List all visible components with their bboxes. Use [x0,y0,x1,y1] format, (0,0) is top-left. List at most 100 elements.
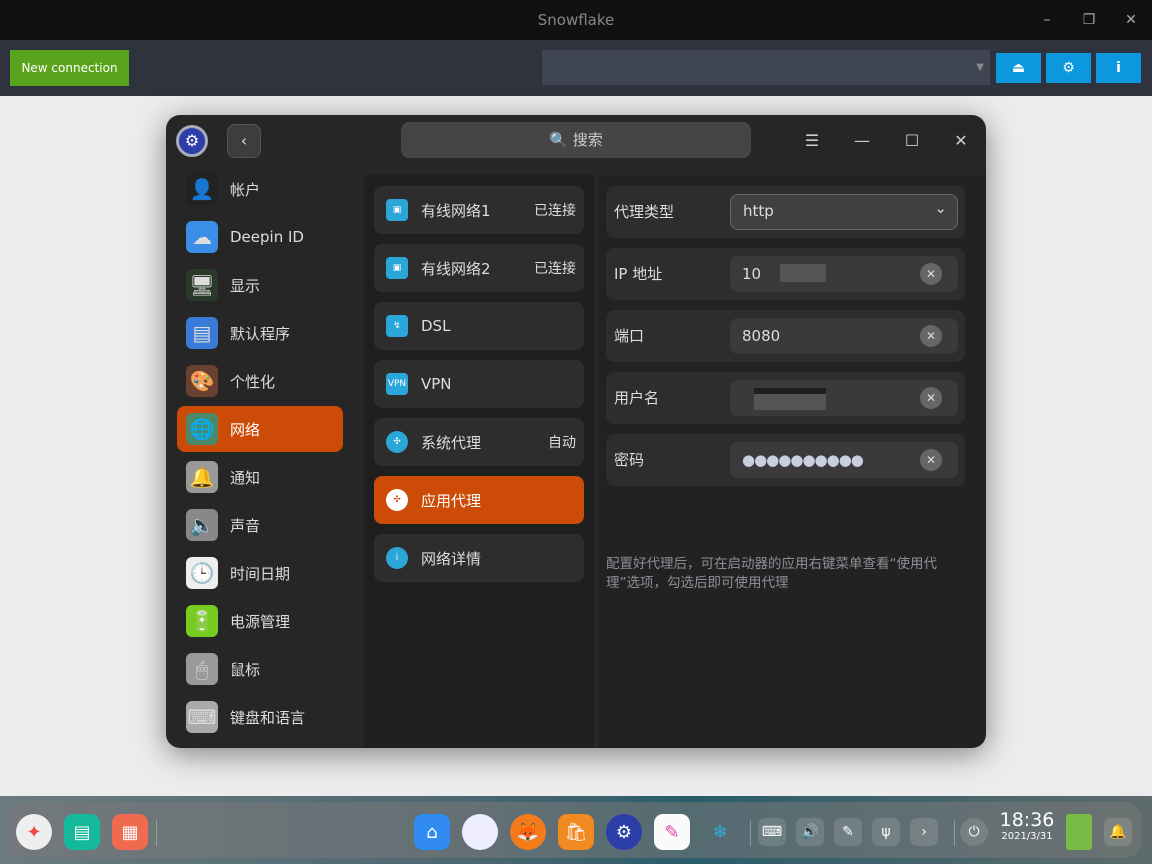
connection-select[interactable]: ▼ [542,50,990,85]
sidebar-item[interactable]: 🔔 通知 [177,454,343,500]
dialog-close-button[interactable]: ✕ [946,127,976,155]
sidebar-item-label: 键盘和语言 [230,708,306,727]
snowflake-icon[interactable]: ❄ [702,814,738,850]
sidebar-item-label: 电源管理 [230,612,291,631]
ip-input[interactable]: 10 ✕ [730,256,958,292]
sidebar-item[interactable]: 🎨 个性化 [177,358,343,404]
app-store-icon[interactable]: ⌂ [414,814,450,850]
gear-icon: ⚙ [1062,60,1075,76]
info-icon: i [1116,60,1121,76]
workspace-icon[interactable]: ▦ [112,814,148,850]
browser-icon[interactable] [462,814,498,850]
username-row: 用户名 ✕ [606,372,965,424]
control-center-logo-icon: ⚙ [176,125,208,157]
minimize-button[interactable]: – [1030,0,1064,40]
network-item-icon: ✣ [386,489,408,511]
sidebar-item[interactable]: 🖱 鼠标 [177,646,343,692]
new-connection-button[interactable]: New connection [10,50,129,86]
sidebar-item[interactable]: 🔈 声音 [177,502,343,548]
sidebar-item-label: 通知 [230,468,261,487]
ip-row: IP 地址 10 ✕ [606,248,965,300]
network-item-icon: i [386,547,408,569]
network-item-label: 应用代理 [421,491,482,510]
app-titlebar: Snowflake [0,0,1152,40]
network-item[interactable]: ↯ DSL [374,302,584,350]
draw-icon[interactable]: ✎ [654,814,690,850]
dock: ✦ ▤ ▦ ⌂ 🦊 🛍 ⚙ ✎ ❄ ⌨ 🔊 ✎ ψ › ⏻ 18:36 2021/3/31… [6,802,1141,858]
network-item-icon: VPN [386,373,408,395]
taskbar: ✦ ▤ ▦ ⌂ 🦊 🛍 ⚙ ✎ ❄ ⌨ 🔊 ✎ ψ › ⏻ 18:36 2021/3/31… [0,796,1152,864]
trash-icon[interactable] [1066,814,1092,850]
port-value: 8080 [742,327,781,345]
network-item-icon: ↯ [386,315,408,337]
clear-icon[interactable]: ✕ [920,263,942,285]
menu-button[interactable]: ☰ [797,127,827,155]
sidebar-item[interactable]: ⌨ 键盘和语言 [177,694,343,740]
network-item-label: 系统代理 [421,433,482,452]
sidebar-item[interactable]: 🌐 网络 [177,406,343,452]
network-item[interactable]: ✣ 系统代理 自动 [374,418,584,466]
sidebar-icon: 🕒 [186,557,218,589]
settings-button[interactable]: ⚙ [1046,53,1091,83]
proxy-type-label: 代理类型 [614,203,675,221]
sidebar-item-label: 显示 [230,276,261,295]
password-value: ●●●●●●●●●● [742,451,864,469]
tray-icon[interactable]: 🔊 [796,818,824,846]
proxy-type-select[interactable]: http ⌄ [730,194,958,230]
sidebar-icon: 🖱 [186,653,218,685]
clock[interactable]: 18:36 2021/3/31 [996,809,1058,842]
network-item-icon: ▣ [386,199,408,221]
app-proxy-panel: 代理类型 http ⌄ IP 地址 10 ✕ 端口 8080 ✕ 用户名 ✕ 密码 ●… [598,175,986,748]
dialog-minimize-button[interactable]: — [847,127,877,155]
password-row: 密码 ●●●●●●●●●● ✕ [606,434,965,486]
network-item-label: VPN [421,375,452,393]
multitasking-icon[interactable]: ▤ [64,814,100,850]
clear-icon[interactable]: ✕ [920,387,942,409]
maximize-button[interactable]: ❐ [1072,0,1106,40]
shop-icon[interactable]: 🛍 [558,814,594,850]
tray-icon[interactable]: ψ [872,818,900,846]
tray-icon[interactable]: › [910,818,938,846]
network-item-status: 已连接 [534,203,576,219]
sidebar-item-label: Deepin ID [230,228,304,246]
sidebar-item[interactable]: 🔋 电源管理 [177,598,343,644]
password-input[interactable]: ●●●●●●●●●● ✕ [730,442,958,478]
username-input[interactable]: ✕ [730,380,958,416]
info-button[interactable]: i [1096,53,1141,83]
network-item-label: 网络详情 [421,549,482,568]
search-input[interactable]: 🔍 搜索 [401,122,751,158]
eject-button[interactable]: ⏏ [996,53,1041,83]
network-item[interactable]: ▣ 有线网络1 已连接 [374,186,584,234]
sidebar-icon: ⌨ [186,701,218,733]
sidebar-item-label: 默认程序 [230,324,291,343]
sidebar-item[interactable]: 👤 帐户 [177,166,343,212]
network-item-status: 自动 [548,435,576,451]
dialog-maximize-button[interactable]: ☐ [897,127,927,155]
time: 18:36 [999,809,1055,831]
sidebar-item[interactable]: ☁ Deepin ID [177,214,343,260]
launcher-icon[interactable]: ✦ [16,814,52,850]
proxy-hint: 配置好代理后，可在启动器的应用右键菜单查看“使用代理”选项，勾选后即可使用代理 [606,556,937,591]
notification-bell-icon[interactable]: 🔔 [1104,818,1132,846]
network-item[interactable]: i 网络详情 [374,534,584,582]
network-item[interactable]: ▣ 有线网络2 已连接 [374,244,584,292]
sidebar-item-label: 个性化 [230,372,276,391]
sidebar-icon: 🔔 [186,461,218,493]
sidebar-item[interactable]: ▤ 默认程序 [177,310,343,356]
tray-icon[interactable]: ✎ [834,818,862,846]
power-icon[interactable]: ⏻ [960,818,988,846]
tray-icon[interactable]: ⌨ [758,818,786,846]
sidebar-item[interactable]: 🖥 显示 [177,262,343,308]
sidebar-item[interactable]: 🕒 时间日期 [177,550,343,596]
firefox-icon[interactable]: 🦊 [510,814,546,850]
back-button[interactable]: ‹ [227,124,261,158]
network-item[interactable]: VPN VPN [374,360,584,408]
network-item-label: 有线网络1 [421,201,491,220]
port-input[interactable]: 8080 ✕ [730,318,958,354]
close-button[interactable]: ✕ [1114,0,1148,40]
ip-label: IP 地址 [614,265,663,283]
clear-icon[interactable]: ✕ [920,325,942,347]
clear-icon[interactable]: ✕ [920,449,942,471]
control-center-icon[interactable]: ⚙ [606,814,642,850]
network-item[interactable]: ✣ 应用代理 [374,476,584,524]
